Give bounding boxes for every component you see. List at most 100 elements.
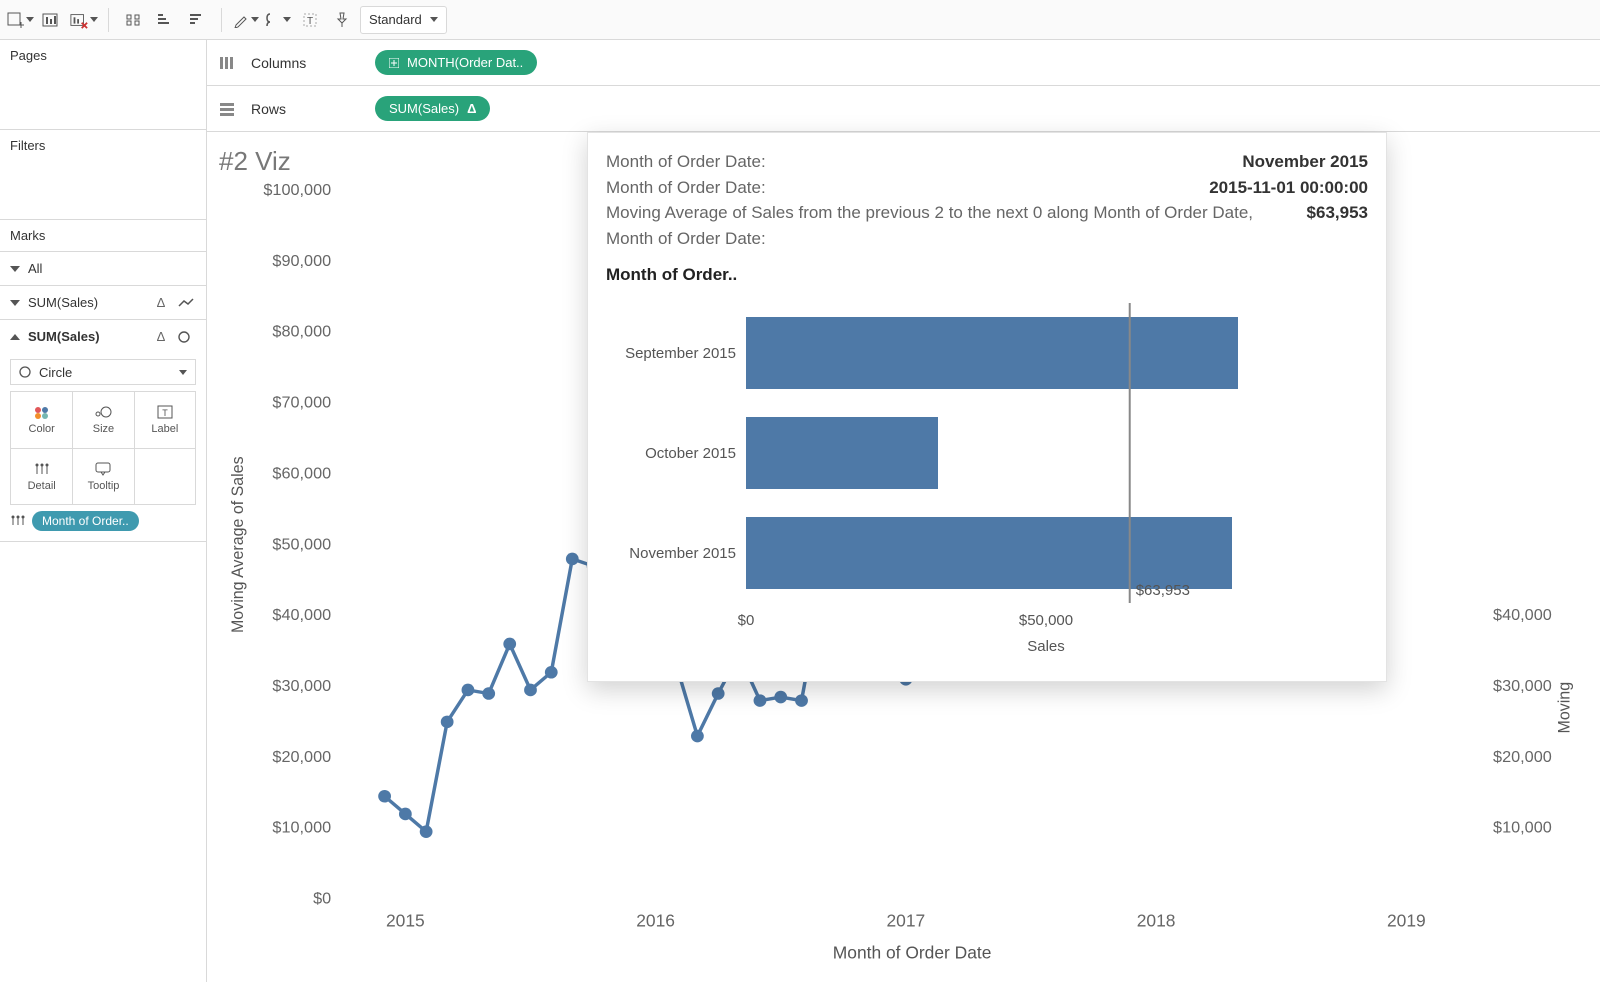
empty-cell <box>134 448 195 504</box>
tooltip-bar-chart: September 2015October 2015November 2015$… <box>606 293 1366 663</box>
svg-text:$50,000: $50,000 <box>272 535 331 553</box>
svg-text:$10,000: $10,000 <box>1493 819 1552 837</box>
marks-title: Marks <box>0 228 206 247</box>
svg-text:$10,000: $10,000 <box>272 819 331 837</box>
plus-icon <box>389 58 399 68</box>
svg-text:$0: $0 <box>313 890 331 908</box>
svg-text:$100,000: $100,000 <box>263 181 331 199</box>
tooltip-icon <box>95 462 111 476</box>
svg-text:2016: 2016 <box>636 911 675 931</box>
top-toolbar: T Standard <box>0 0 1600 40</box>
tooltip-key-2: Month of Order Date: <box>606 175 766 201</box>
svg-text:$40,000: $40,000 <box>272 606 331 624</box>
columns-icon <box>219 56 237 70</box>
svg-text:$0: $0 <box>738 612 755 629</box>
duplicate-sheet-button[interactable] <box>38 6 66 34</box>
marks-all-label: All <box>28 261 196 276</box>
columns-pill[interactable]: MONTH(Order Dat.. <box>375 50 537 75</box>
viz-area: #2 Viz $0$10,000$20,000$30,000$40,000$50… <box>207 132 1600 982</box>
mark-type-dropdown[interactable]: Circle <box>10 359 196 385</box>
pages-shelf[interactable]: Pages <box>0 40 206 130</box>
label-cell[interactable]: T Label <box>134 392 195 448</box>
svg-text:$80,000: $80,000 <box>272 323 331 341</box>
label-icon: T <box>157 405 173 419</box>
left-sidebar: Pages Filters Marks All SUM(Sales) Δ <box>0 40 207 982</box>
swap-button[interactable] <box>119 6 147 34</box>
marks-sum1-label: SUM(Sales) <box>28 295 144 310</box>
svg-text:$20,000: $20,000 <box>272 748 331 766</box>
sort-asc-button[interactable] <box>151 6 179 34</box>
detail-pill-row: Month of Order.. <box>10 511 196 531</box>
svg-text:$30,000: $30,000 <box>272 677 331 695</box>
size-icon <box>93 405 113 419</box>
viz-tooltip: Month of Order Date: November 2015 Month… <box>587 132 1387 682</box>
svg-text:2019: 2019 <box>1387 911 1426 931</box>
new-sheet-button[interactable] <box>6 6 34 34</box>
size-cell[interactable]: Size <box>72 392 133 448</box>
chevron-down-icon <box>10 300 20 306</box>
svg-text:$30,000: $30,000 <box>1493 677 1552 695</box>
rows-icon <box>219 102 237 116</box>
detail-icon <box>10 514 26 528</box>
rows-shelf[interactable]: Rows SUM(Sales) Δ <box>207 86 1600 132</box>
marks-grid: Color Size T Label Detail <box>10 391 196 505</box>
marks-all-row[interactable]: All <box>0 251 206 285</box>
clear-sheet-button[interactable] <box>70 6 98 34</box>
text-label-button[interactable]: T <box>296 6 324 34</box>
detail-icon <box>34 462 50 476</box>
columns-shelf[interactable]: Columns MONTH(Order Dat.. <box>207 40 1600 86</box>
chevron-up-icon <box>10 334 20 340</box>
detail-pill[interactable]: Month of Order.. <box>32 511 139 531</box>
sort-desc-button[interactable] <box>183 6 211 34</box>
delta-icon: Δ <box>467 101 476 116</box>
svg-text:$90,000: $90,000 <box>272 252 331 270</box>
svg-text:November 2015: November 2015 <box>629 545 736 562</box>
tooltip-cell[interactable]: Tooltip <box>72 448 133 504</box>
delta-icon: Δ <box>152 329 170 344</box>
detail-cell[interactable]: Detail <box>11 448 72 504</box>
svg-text:$70,000: $70,000 <box>272 394 331 412</box>
svg-text:Month of Order Date: Month of Order Date <box>833 943 992 963</box>
marks-sum1-row[interactable]: SUM(Sales) Δ <box>0 285 206 319</box>
svg-text:T: T <box>307 16 313 27</box>
line-mark-icon <box>178 297 196 309</box>
chevron-down-icon <box>10 266 20 272</box>
tooltip-label: Tooltip <box>88 480 120 492</box>
rows-label: Rows <box>251 101 361 117</box>
svg-text:$63,953: $63,953 <box>1136 582 1190 599</box>
filters-shelf[interactable]: Filters <box>0 130 206 220</box>
tooltip-key-1: Month of Order Date: <box>606 149 766 175</box>
fit-dropdown-label: Standard <box>369 12 422 27</box>
svg-text:Moving: Moving <box>1556 682 1574 734</box>
marks-card: Marks All SUM(Sales) Δ SUM(Sales) Δ <box>0 220 206 542</box>
circle-mark-icon <box>178 331 196 343</box>
group-button[interactable] <box>264 6 292 34</box>
pin-button[interactable] <box>328 6 356 34</box>
mark-type-label: Circle <box>39 365 72 380</box>
marks-sum2-row[interactable]: SUM(Sales) Δ <box>0 319 206 353</box>
svg-text:2015: 2015 <box>386 911 425 931</box>
svg-text:$60,000: $60,000 <box>272 465 331 483</box>
rows-pill-label: SUM(Sales) <box>389 101 459 116</box>
tooltip-key-3: Moving Average of Sales from the previou… <box>606 200 1295 251</box>
marks-sum2-label: SUM(Sales) <box>28 329 144 344</box>
size-label: Size <box>93 423 114 435</box>
label-label: Label <box>151 423 178 435</box>
main-area: Columns MONTH(Order Dat.. Rows SUM(Sales… <box>207 40 1600 982</box>
color-cell[interactable]: Color <box>11 392 72 448</box>
delta-icon: Δ <box>152 295 170 310</box>
svg-text:$20,000: $20,000 <box>1493 748 1552 766</box>
svg-text:2017: 2017 <box>886 911 925 931</box>
columns-label: Columns <box>251 55 361 71</box>
svg-text:October 2015: October 2015 <box>645 445 736 462</box>
tooltip-bar-title: Month of Order.. <box>606 265 1368 285</box>
svg-text:Moving Average of Sales: Moving Average of Sales <box>229 456 247 633</box>
rows-pill[interactable]: SUM(Sales) Δ <box>375 96 490 121</box>
svg-text:$40,000: $40,000 <box>1493 606 1552 624</box>
svg-text:$50,000: $50,000 <box>1019 612 1073 629</box>
pages-title: Pages <box>10 48 196 63</box>
highlight-button[interactable] <box>232 6 260 34</box>
svg-text:2018: 2018 <box>1137 911 1176 931</box>
fit-dropdown[interactable]: Standard <box>360 6 447 34</box>
svg-text:T: T <box>162 408 168 418</box>
